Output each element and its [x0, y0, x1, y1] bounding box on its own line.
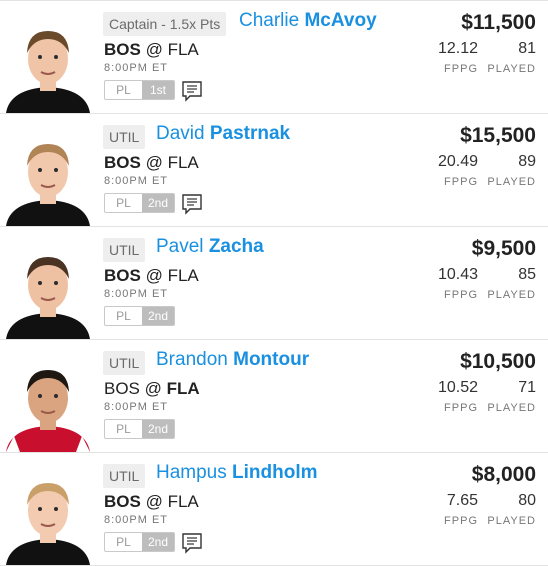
player-list: Captain - 1.5x Pts Charlie McAvoy BOS @ FL… [0, 0, 548, 566]
at-sign: @ [145, 266, 163, 285]
game-time: 8:00PM ET [104, 401, 169, 413]
last-name: McAvoy [304, 10, 377, 31]
player-headshot [0, 453, 96, 565]
player-headshot [0, 1, 96, 113]
player-row[interactable]: UTIL David Pastrnak BOS @ FLA 8:00PM ET PL 2n… [0, 114, 548, 227]
last-name: Lindholm [232, 462, 318, 483]
played-value: 85 [518, 266, 536, 283]
played-value: 81 [518, 40, 536, 57]
game-time: 8:00PM ET [104, 514, 169, 526]
player-team: BOS [104, 153, 141, 172]
salary: $10,500 [460, 350, 536, 373]
at-sign: @ [144, 379, 162, 398]
position-chip: UTIL [103, 125, 146, 149]
player-team: BOS [104, 266, 141, 285]
player-team: BOS [104, 492, 141, 511]
notes-icon[interactable] [181, 80, 203, 102]
player-headshot [0, 340, 96, 452]
player-team: BOS [104, 40, 141, 59]
player-row[interactable]: Captain - 1.5x Pts Charlie McAvoy BOS @ FL… [0, 1, 548, 114]
position-chip: UTIL [103, 351, 146, 375]
player-headshot [0, 227, 96, 339]
played-value: 71 [518, 379, 536, 396]
fppg-label: FPPG [444, 515, 478, 527]
fppg-label: FPPG [444, 402, 478, 414]
played-value: 89 [518, 153, 536, 170]
period-label: 2nd [142, 533, 174, 551]
pl-label: PL [116, 309, 131, 323]
period-toggle[interactable]: PL 2nd [104, 193, 175, 213]
period-toggle[interactable]: PL 2nd [104, 306, 175, 326]
first-name: David [156, 123, 205, 144]
notes-icon[interactable] [181, 532, 203, 554]
opponent-team: FLA [167, 492, 199, 511]
first-name: Hampus [156, 462, 227, 483]
game-time: 8:00PM ET [104, 288, 169, 300]
matchup: BOS @ FLA [104, 379, 200, 399]
matchup: BOS @ FLA [104, 40, 199, 60]
player-name[interactable]: Charlie McAvoy [239, 10, 377, 32]
fppg-value: 7.65 [446, 492, 478, 509]
period-toggle[interactable]: PL 1st [104, 80, 175, 100]
player-name[interactable]: Brandon Montour [156, 349, 309, 371]
period-label: 2nd [142, 194, 174, 212]
player-row[interactable]: UTIL Hampus Lindholm BOS @ FLA 8:00PM ET PL 2… [0, 453, 548, 566]
player-name[interactable]: Pavel Zacha [156, 236, 264, 258]
salary: $15,500 [460, 124, 536, 147]
last-name: Montour [233, 349, 310, 370]
fppg-label: FPPG [444, 176, 478, 188]
fppg-value: 10.52 [437, 379, 478, 396]
opponent-team: FLA [167, 153, 199, 172]
game-time: 8:00PM ET [104, 62, 169, 74]
position-chip: UTIL [103, 464, 146, 488]
matchup: BOS @ FLA [104, 153, 199, 173]
played-value: 80 [518, 492, 536, 509]
first-name: Charlie [239, 10, 300, 31]
position-chip: UTIL [103, 238, 146, 262]
first-name: Pavel [156, 236, 204, 257]
salary: $11,500 [461, 11, 536, 34]
pl-label: PL [116, 196, 131, 210]
played-label: PLAYED [487, 402, 536, 414]
last-name: Zacha [208, 236, 264, 257]
fppg-label: FPPG [444, 63, 478, 75]
player-headshot [0, 114, 96, 226]
notes-icon[interactable] [181, 193, 203, 215]
salary: $9,500 [471, 237, 536, 260]
period-label: 2nd [142, 420, 174, 438]
matchup: BOS @ FLA [104, 266, 199, 286]
played-label: PLAYED [487, 176, 536, 188]
pl-label: PL [116, 422, 131, 436]
position-chip: Captain - 1.5x Pts [103, 12, 227, 36]
fppg-value: 20.49 [437, 153, 478, 170]
pl-label: PL [116, 83, 131, 97]
player-name[interactable]: David Pastrnak [156, 123, 290, 145]
matchup: BOS @ FLA [104, 492, 199, 512]
played-label: PLAYED [487, 63, 536, 75]
player-row[interactable]: UTIL Pavel Zacha BOS @ FLA 8:00PM ET PL 2nd $9… [0, 227, 548, 340]
at-sign: @ [145, 40, 163, 59]
period-toggle[interactable]: PL 2nd [104, 419, 175, 439]
played-label: PLAYED [487, 289, 536, 301]
fppg-label: FPPG [444, 289, 478, 301]
at-sign: @ [145, 492, 163, 511]
game-time: 8:00PM ET [104, 175, 169, 187]
played-label: PLAYED [487, 515, 536, 527]
last-name: Pastrnak [209, 123, 291, 144]
opponent-team: FLA [167, 266, 199, 285]
pl-label: PL [116, 535, 131, 549]
period-label: 2nd [142, 307, 174, 325]
opponent-team: FLA [167, 40, 199, 59]
at-sign: @ [145, 153, 163, 172]
salary: $8,000 [471, 463, 536, 486]
opponent-team: FLA [166, 379, 200, 398]
period-label: 1st [142, 81, 174, 99]
player-team: BOS [104, 379, 140, 398]
period-toggle[interactable]: PL 2nd [104, 532, 175, 552]
fppg-value: 10.43 [437, 266, 478, 283]
fppg-value: 12.12 [437, 40, 478, 57]
player-name[interactable]: Hampus Lindholm [156, 462, 318, 484]
player-row[interactable]: UTIL Brandon Montour BOS @ FLA 8:00PM ET PL 2… [0, 340, 548, 453]
first-name: Brandon [156, 349, 228, 370]
